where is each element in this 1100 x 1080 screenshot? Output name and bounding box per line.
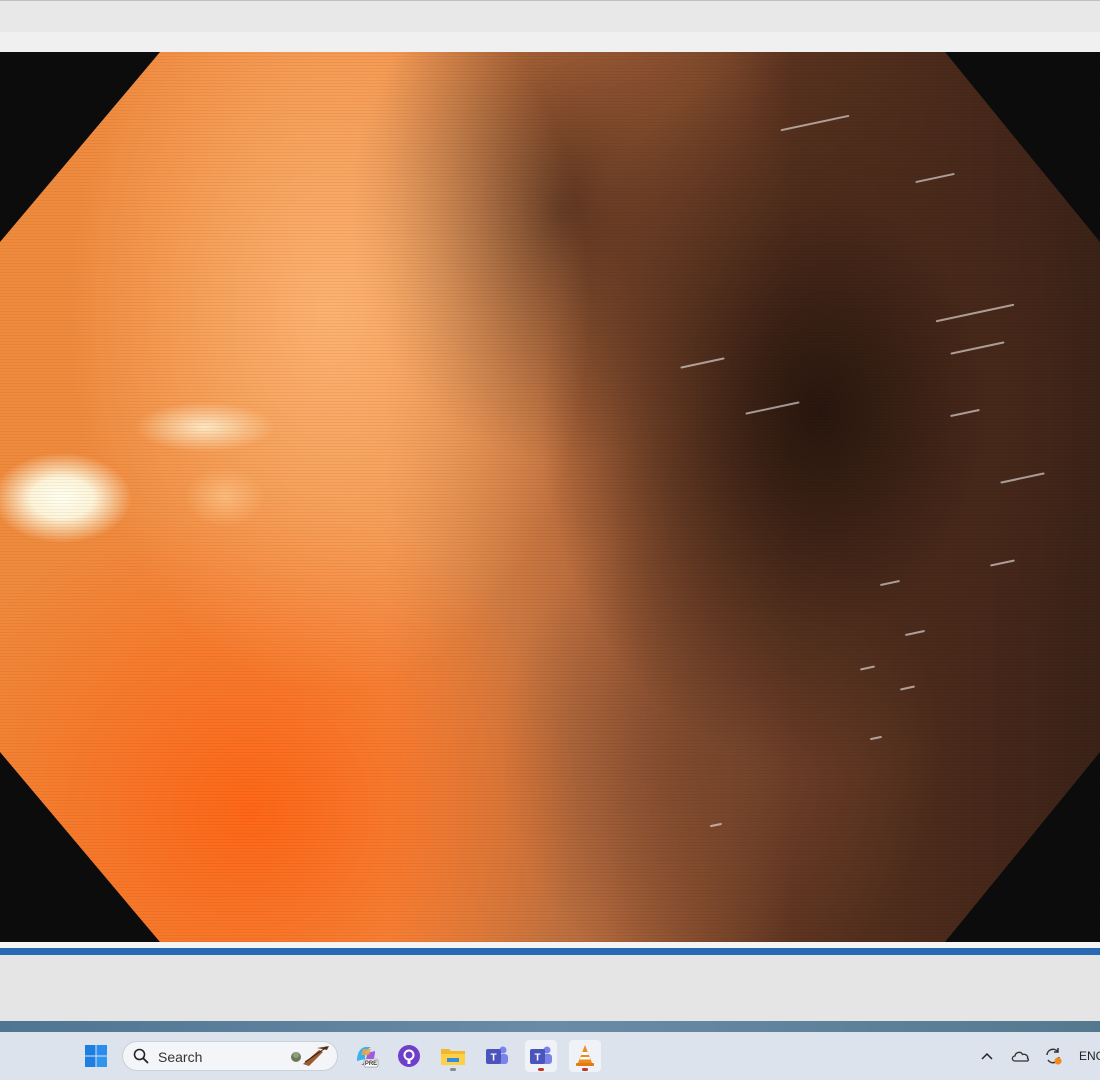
running-indicator (582, 1068, 588, 1071)
sync-icon (1046, 1048, 1062, 1065)
taskbar-app-copilot[interactable]: PRE (350, 1040, 382, 1072)
windows-logo-icon (85, 1045, 107, 1067)
running-indicator (538, 1068, 544, 1071)
endoscopy-video-frame (0, 52, 1100, 942)
seek-bar-progress (0, 948, 1100, 955)
video-image (0, 52, 1100, 942)
window-title-bar (0, 0, 1100, 32)
onedrive-tray-button[interactable] (1006, 1040, 1034, 1072)
taskbar-app-file-explorer[interactable] (437, 1040, 469, 1072)
start-button[interactable] (80, 1040, 112, 1072)
github-icon (398, 1045, 420, 1067)
sync-tray-button[interactable] (1038, 1040, 1068, 1072)
desktop-wallpaper-strip (0, 1021, 1100, 1032)
window-menu-bar (0, 32, 1100, 52)
svg-text:T: T (534, 1053, 540, 1064)
vlc-cone-icon (576, 1045, 594, 1066)
taskbar-app-vlc[interactable] (569, 1040, 601, 1072)
copilot-icon: PRE (357, 1047, 379, 1068)
search-icon (133, 1048, 149, 1064)
taskbar-app-teams[interactable]: T (525, 1040, 557, 1072)
copilot-badge: PRE (365, 1061, 377, 1067)
seek-bar[interactable] (0, 948, 1100, 955)
chevron-up-icon (981, 1052, 993, 1060)
player-controls-panel (0, 955, 1100, 1021)
language-indicator[interactable]: ENG (1079, 1049, 1100, 1063)
teams-icon: T (530, 1046, 552, 1064)
folder-icon (441, 1049, 465, 1065)
cloud-icon (1011, 1051, 1030, 1062)
taskbar-app-teams-work[interactable]: T (481, 1040, 513, 1072)
taskbar-search-box[interactable]: Search (122, 1041, 338, 1071)
svg-text:T: T (490, 1053, 496, 1064)
show-hidden-icons-button[interactable] (973, 1040, 1001, 1072)
search-placeholder: Search (158, 1049, 203, 1065)
teams-icon: T (486, 1046, 508, 1064)
video-output[interactable] (0, 52, 1100, 942)
search-highlight-icon (291, 1046, 329, 1066)
running-indicator (450, 1068, 456, 1071)
taskbar-app-github[interactable] (393, 1040, 425, 1072)
